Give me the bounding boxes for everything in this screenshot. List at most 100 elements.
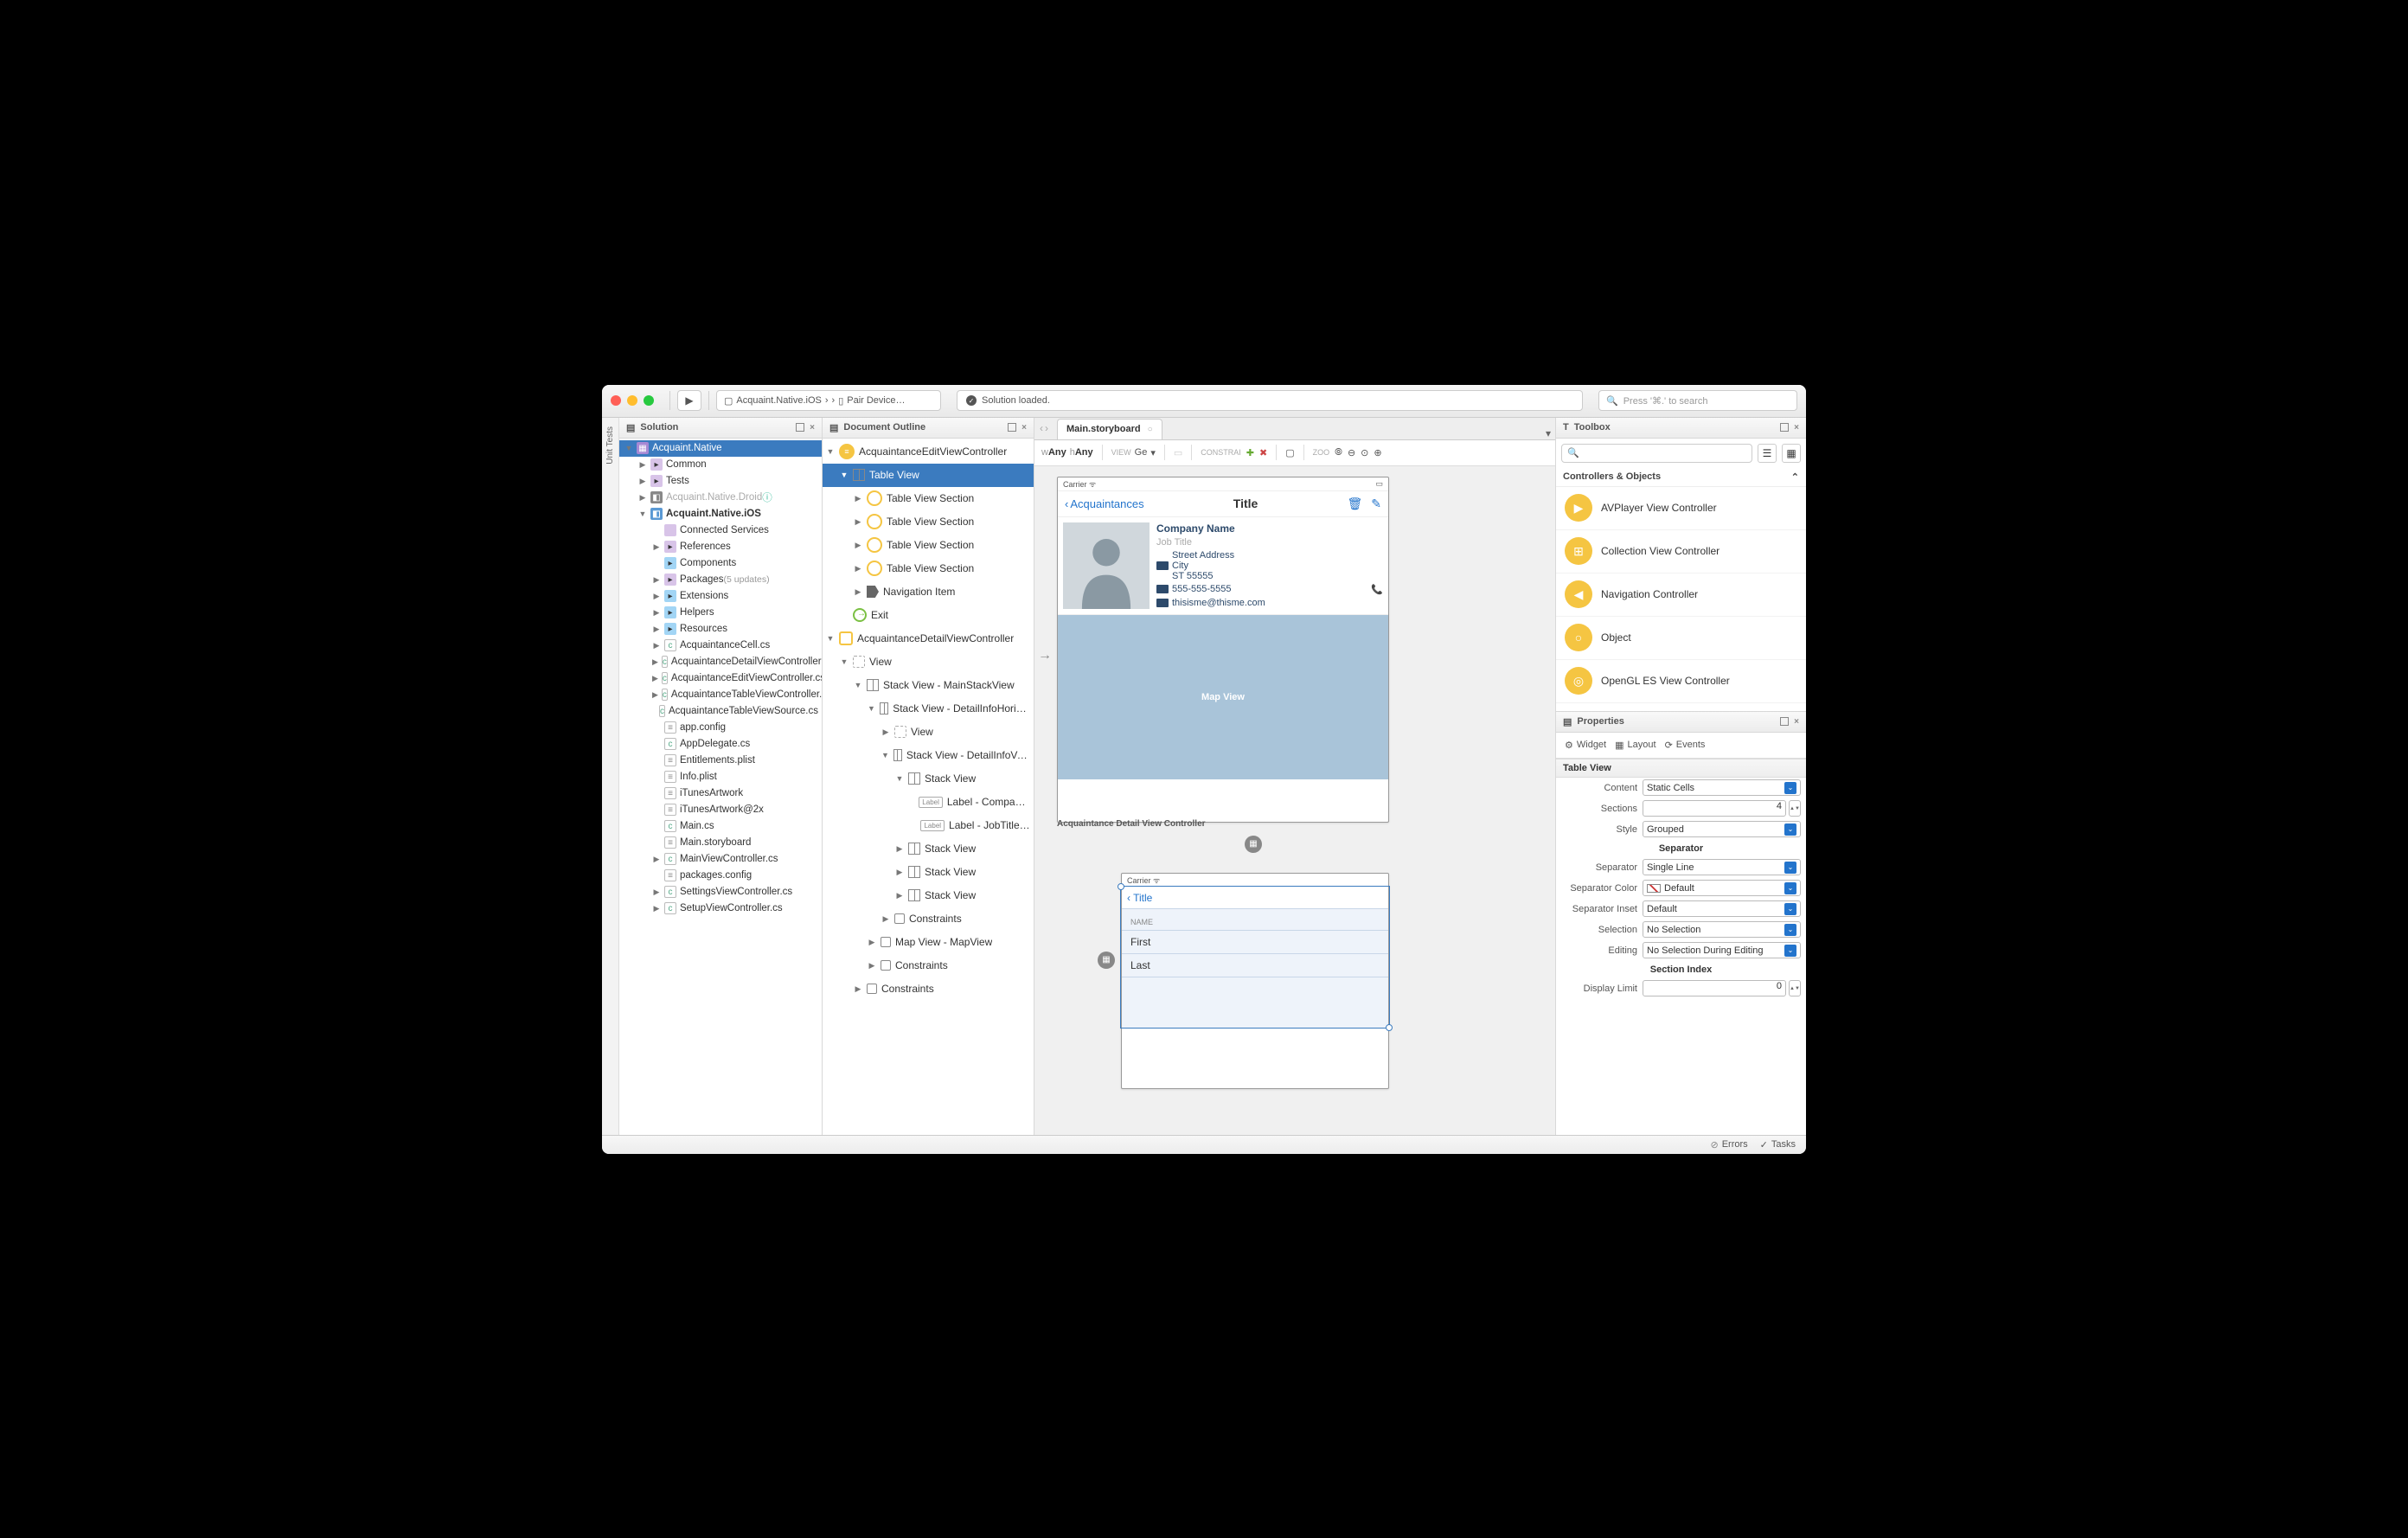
outline-item[interactable]: ▶Constraints (823, 977, 1034, 1001)
outline-item[interactable]: ▼≡AcquaintanceEditViewController (823, 440, 1034, 464)
disclosure-icon[interactable]: ▶ (881, 727, 890, 737)
solution-item[interactable]: ≡app.config (619, 720, 822, 736)
zoom-fit-icon[interactable]: ⦾ (1335, 447, 1342, 458)
run-button[interactable]: ▶ (677, 390, 701, 411)
segue-handle-icon[interactable]: ▦ (1098, 952, 1115, 969)
disclosure-icon[interactable]: ▶ (652, 608, 661, 618)
solution-item[interactable]: ▶cSetupViewController.cs (619, 900, 822, 917)
solution-item[interactable]: ▶▸Packages (5 updates) (619, 572, 822, 588)
back-button[interactable]: ‹ Title (1127, 892, 1152, 904)
editor-tab[interactable]: Main.storyboard ○ (1057, 419, 1162, 439)
design-surface[interactable]: → Carrier ᯤ ▭ ‹ Acquaintances Title 🗑 ✎ (1034, 466, 1555, 1135)
disclosure-icon[interactable]: ▶ (854, 587, 862, 597)
tab-overflow-icon[interactable]: ▾ (1541, 427, 1555, 439)
solution-item[interactable]: ▸Components (619, 555, 822, 572)
toolbox-search-input[interactable] (1561, 444, 1752, 463)
panel-close-icon[interactable]: × (1021, 423, 1027, 433)
toolbox-item[interactable]: ◎OpenGL ES View Controller (1556, 660, 1806, 703)
toolbox-view-grid-icon[interactable]: ▦ (1782, 444, 1801, 463)
separator-select[interactable]: Single Line⌄ (1643, 859, 1801, 875)
disclosure-icon[interactable]: ▼ (638, 509, 647, 518)
outline-item[interactable]: ▶Table View Section (823, 557, 1034, 580)
table-row-last[interactable]: Last (1122, 953, 1388, 977)
solution-item[interactable]: Connected Services (619, 522, 822, 539)
collapse-icon[interactable]: ⌃ (1791, 471, 1799, 483)
outline-tree[interactable]: ▼≡AcquaintanceEditViewController▼Table V… (823, 439, 1034, 1135)
solution-item[interactable]: ▶▸Common (619, 457, 822, 473)
size-class-segment[interactable]: wAny hAny (1041, 447, 1093, 458)
solution-item[interactable]: ▶▸Tests (619, 473, 822, 490)
outline-item[interactable]: ▼Stack View - DetailInfoHorizontalStackV… (823, 697, 1034, 721)
disclosure-icon[interactable]: ▶ (854, 541, 862, 550)
stepper-icon[interactable]: ▲▼ (1789, 980, 1801, 996)
disclosure-icon[interactable]: ▶ (652, 690, 658, 700)
target-breadcrumb[interactable]: ▢ Acquaint.Native.iOS › › ▯ Pair Device… (716, 390, 941, 411)
solution-root[interactable]: ▼ ▦ Acquaint.Native (619, 440, 822, 457)
solution-item[interactable]: ▶◧Acquaint.Native.Droid ⓘ (619, 490, 822, 506)
display-limit-input[interactable]: 0 (1643, 980, 1786, 996)
toolbox-group-header[interactable]: Controllers & Objects ⌃ (1556, 468, 1806, 487)
disclosure-icon[interactable]: ▶ (895, 844, 904, 854)
back-button[interactable]: ‹ Acquaintances (1065, 497, 1144, 510)
outline-item[interactable]: ▶Table View Section (823, 534, 1034, 557)
panel-close-icon[interactable]: × (1794, 717, 1799, 727)
disclosure-icon[interactable]: ▶ (652, 657, 658, 667)
outline-item[interactable]: ▼AcquaintanceDetailViewController (823, 627, 1034, 650)
disclosure-icon[interactable]: ▶ (854, 564, 862, 574)
add-constraint-icon[interactable]: ✚ (1246, 447, 1254, 458)
scene-detail[interactable]: Carrier ᯤ ▭ ‹ Acquaintances Title 🗑 ✎ (1057, 477, 1389, 823)
solution-item[interactable]: ▶▸Helpers (619, 605, 822, 621)
solution-item[interactable]: ≡iTunesArtwork (619, 785, 822, 802)
outline-item[interactable]: LabelLabel - CompanyNameLabel (823, 791, 1034, 814)
disclosure-icon[interactable]: ▶ (652, 592, 661, 601)
outline-item[interactable]: ▶Stack View (823, 837, 1034, 861)
style-select[interactable]: Grouped⌄ (1643, 821, 1801, 837)
side-tab-unit-tests[interactable]: Unit Tests (602, 418, 619, 1135)
device-frame-icon[interactable]: ▭ (1174, 447, 1182, 458)
disclosure-icon[interactable]: ▶ (895, 891, 904, 900)
outline-item[interactable]: ▶Map View - MapView (823, 931, 1034, 954)
disclosure-icon[interactable]: ▶ (854, 517, 862, 527)
solution-item[interactable]: ▼◧Acquaint.Native.iOS (619, 506, 822, 522)
disclosure-icon[interactable]: ▼ (881, 751, 889, 759)
toolbox-item[interactable]: ⊞Collection View Controller (1556, 530, 1806, 574)
minimize-window-icon[interactable] (627, 395, 637, 406)
table-row-first[interactable]: First (1122, 930, 1388, 953)
call-icon[interactable]: 📞 (1371, 584, 1383, 595)
global-search[interactable]: 🔍 Press '⌘.' to search (1598, 390, 1797, 411)
trash-icon[interactable]: 🗑 (1347, 497, 1362, 511)
nav-back-icon[interactable]: ‹ (1040, 422, 1043, 434)
disclosure-icon[interactable]: ▼ (826, 634, 835, 643)
solution-item[interactable]: ▶cAcquaintanceDetailViewController.cs (619, 654, 822, 670)
disclosure-icon[interactable]: ▼ (840, 471, 849, 479)
disclosure-icon[interactable]: ▶ (638, 460, 647, 470)
disclosure-icon[interactable]: ▶ (881, 914, 890, 924)
thumbnail-icon[interactable]: ▢ (1285, 447, 1294, 458)
outline-item[interactable]: ▼Stack View - MainStackView (823, 674, 1034, 697)
disclosure-icon[interactable]: ▶ (854, 494, 862, 503)
toolbox-item[interactable]: ◀Navigation Controller (1556, 574, 1806, 617)
solution-item[interactable]: ▶cMainViewController.cs (619, 851, 822, 868)
separator-color-select[interactable]: Default⌄ (1643, 880, 1801, 896)
solution-item[interactable]: ≡packages.config (619, 868, 822, 884)
disclosure-icon[interactable]: ▶ (652, 641, 661, 650)
disclosure-icon[interactable]: ▶ (895, 868, 904, 877)
disclosure-icon[interactable]: ▶ (652, 625, 661, 634)
outline-item[interactable]: ▶Stack View (823, 861, 1034, 884)
disclosure-icon[interactable]: ▶ (652, 855, 661, 864)
tab-layout[interactable]: ▦ Layout (1615, 740, 1656, 751)
selection-select[interactable]: No Selection⌄ (1643, 921, 1801, 938)
separator-inset-select[interactable]: Default⌄ (1643, 900, 1801, 917)
solution-item[interactable]: cMain.cs (619, 818, 822, 835)
solution-item[interactable]: ▶cAcquaintanceTableViewController.cs (619, 687, 822, 703)
editing-select[interactable]: No Selection During Editing⌄ (1643, 942, 1801, 958)
tab-close-icon[interactable]: ○ (1148, 425, 1153, 434)
disclosure-icon[interactable]: ▶ (652, 904, 661, 913)
view-as-segment[interactable]: VIEW Ge ▾ (1111, 447, 1156, 458)
toolbox-view-list-icon[interactable]: ☰ (1758, 444, 1777, 463)
panel-close-icon[interactable]: × (1794, 423, 1799, 433)
solution-item[interactable]: ▶▸Resources (619, 621, 822, 638)
outline-item[interactable]: ▶Navigation Item (823, 580, 1034, 604)
solution-item[interactable]: ≡iTunesArtwork@2x (619, 802, 822, 818)
solution-item[interactable]: ▶▸References (619, 539, 822, 555)
